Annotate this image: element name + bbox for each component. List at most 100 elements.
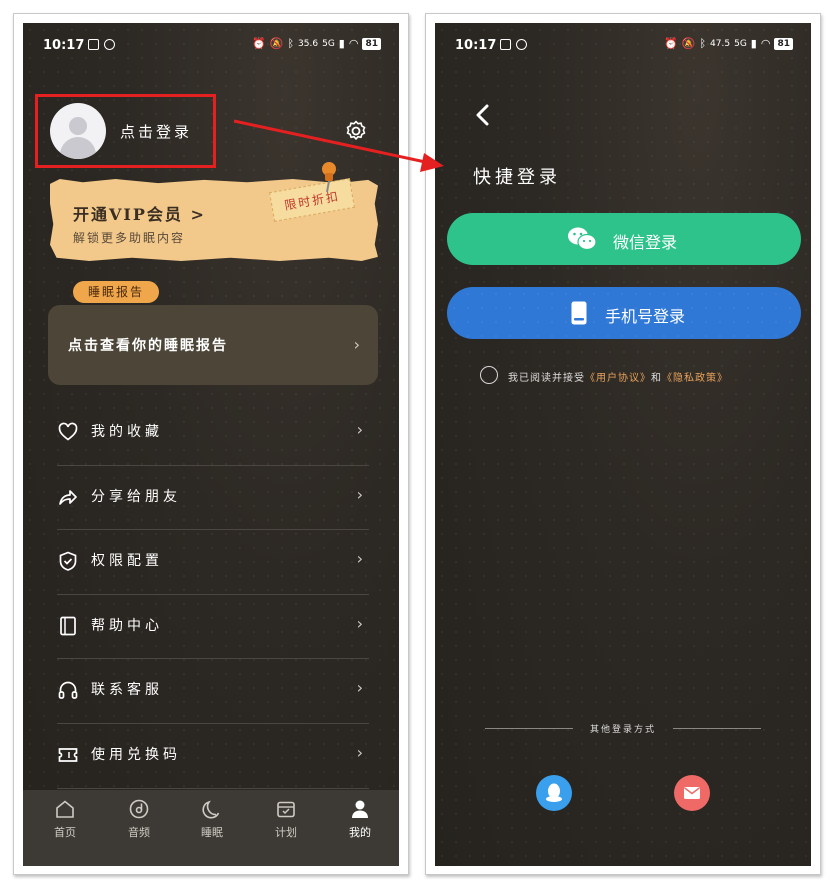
wifi-icon: ◠ bbox=[760, 37, 771, 50]
ticket-icon bbox=[58, 748, 78, 762]
sleep-report-text: 点击查看你的睡眠报告 bbox=[68, 338, 228, 354]
menu-item-label: 我的收藏 bbox=[91, 424, 163, 440]
email-login-button[interactable] bbox=[674, 775, 710, 811]
menu-item-redeem[interactable]: 使用兑换码 › bbox=[57, 724, 369, 789]
qq-login-button[interactable] bbox=[536, 775, 572, 811]
gear-icon[interactable] bbox=[344, 119, 368, 143]
agreement-prefix: 我已阅读并接受 bbox=[508, 373, 585, 384]
qq-icon bbox=[546, 783, 562, 802]
sync-icon bbox=[104, 39, 115, 50]
left-screenshot-frame: 10:17 ⏰ 🔕 ᛒ 35.6 5G ▮ ◠ 81 点击登录 开通VIP会员 … bbox=[13, 13, 409, 875]
wechat-login-label: 微信登录 bbox=[613, 233, 678, 252]
menu-item-label: 帮助中心 bbox=[91, 617, 163, 634]
profile-menu: 我的收藏 › 分享给朋友 › 权限配置 › 帮助中心 › 联系客服 › 使用兑换… bbox=[57, 401, 369, 789]
wifi-icon: ◠ bbox=[348, 37, 359, 50]
agreement-and: 和 bbox=[651, 373, 662, 384]
right-screenshot-frame: 10:17 ⏰ 🔕 ᛒ 47.5 5G ▮ ◠ 81 快捷登录 微信登录 手机号… bbox=[425, 13, 821, 875]
bluetooth-icon: ᛒ bbox=[287, 37, 295, 50]
tab-plan[interactable]: 计划 bbox=[256, 798, 316, 840]
sleep-report-card[interactable]: 点击查看你的睡眠报告 › bbox=[48, 305, 378, 385]
page-title: 快捷登录 bbox=[473, 167, 561, 188]
headphones-icon bbox=[58, 682, 78, 700]
alarm-icon: ⏰ bbox=[252, 37, 266, 50]
menu-item-share[interactable]: 分享给朋友 › bbox=[57, 466, 369, 531]
calendar-icon bbox=[277, 801, 295, 818]
mute-icon: 🔕 bbox=[681, 37, 696, 50]
back-arrow-icon[interactable] bbox=[473, 103, 493, 127]
chevron-right-icon: › bbox=[356, 484, 363, 504]
sync-icon bbox=[516, 39, 527, 50]
network-speed: 47.5 bbox=[710, 38, 731, 49]
signal-icon: ▮ bbox=[750, 37, 757, 50]
wechat-icon bbox=[568, 227, 597, 251]
profile-screen: 10:17 ⏰ 🔕 ᛒ 35.6 5G ▮ ◠ 81 点击登录 开通VIP会员 … bbox=[23, 23, 399, 866]
chevron-right-icon: › bbox=[356, 613, 363, 633]
menu-item-label: 分享给朋友 bbox=[91, 488, 181, 505]
tab-home[interactable]: 首页 bbox=[35, 798, 95, 840]
phone-login-button[interactable]: 手机号登录 bbox=[447, 287, 801, 339]
menu-item-support[interactable]: 联系客服 › bbox=[57, 659, 369, 724]
tab-label: 音频 bbox=[128, 826, 150, 839]
vip-subtitle: 解锁更多助眠内容 bbox=[73, 231, 186, 245]
chevron-right-icon: › bbox=[356, 678, 363, 698]
status-time: 10:17 bbox=[455, 38, 497, 53]
privacy-policy-link[interactable]: 《隐私政策》 bbox=[662, 373, 728, 384]
chevron-right-icon: › bbox=[356, 420, 363, 439]
signal-icon: ▮ bbox=[338, 37, 345, 50]
other-login-methods: 其他登录方式 bbox=[485, 722, 761, 735]
agreement-text: 我已阅读并接受《用户协议》和《隐私政策》 bbox=[508, 369, 728, 384]
tab-audio[interactable]: 音频 bbox=[109, 798, 169, 840]
phone-login-label: 手机号登录 bbox=[605, 307, 686, 326]
agreement-row: 我已阅读并接受《用户协议》和《隐私政策》 bbox=[480, 366, 780, 386]
tab-label: 首页 bbox=[54, 826, 76, 839]
battery-level: 81 bbox=[774, 37, 793, 50]
vip-title: 开通VIP会员 > bbox=[73, 205, 206, 224]
menu-item-label: 权限配置 bbox=[91, 553, 163, 570]
heart-icon bbox=[58, 422, 78, 441]
battery-level: 81 bbox=[362, 37, 381, 50]
status-icons: ⏰ 🔕 ᛒ 47.5 5G ▮ ◠ 81 bbox=[664, 37, 793, 50]
tab-label: 计划 bbox=[275, 826, 297, 839]
shield-icon bbox=[59, 551, 77, 572]
sleep-report-label: 睡眠报告 bbox=[73, 281, 159, 303]
book-icon bbox=[60, 616, 76, 636]
tab-label: 我的 bbox=[349, 826, 371, 839]
network-speed: 35.6 bbox=[298, 38, 319, 49]
bottom-tab-bar: 首页 音频 睡眠 计划 我的 bbox=[23, 790, 399, 866]
notification-icon bbox=[88, 39, 99, 50]
wechat-login-button[interactable]: 微信登录 bbox=[447, 213, 801, 265]
tab-sleep[interactable]: 睡眠 bbox=[182, 798, 242, 840]
status-time: 10:17 bbox=[43, 38, 85, 53]
tab-label: 睡眠 bbox=[201, 826, 223, 839]
status-bar: 10:17 ⏰ 🔕 ᛒ 35.6 5G ▮ ◠ 81 bbox=[23, 23, 399, 63]
menu-item-permissions[interactable]: 权限配置 › bbox=[57, 530, 369, 595]
chevron-right-icon: › bbox=[353, 335, 360, 354]
music-icon bbox=[129, 799, 149, 819]
agreement-checkbox[interactable] bbox=[480, 366, 498, 384]
chevron-right-icon: › bbox=[356, 549, 363, 569]
network-type: 5G bbox=[734, 38, 747, 49]
chevron-right-icon: › bbox=[356, 742, 363, 762]
highlight-box bbox=[35, 94, 216, 168]
alarm-icon: ⏰ bbox=[664, 37, 678, 50]
login-screen: 10:17 ⏰ 🔕 ᛒ 47.5 5G ▮ ◠ 81 快捷登录 微信登录 手机号… bbox=[435, 23, 811, 866]
menu-item-favorites[interactable]: 我的收藏 › bbox=[57, 401, 369, 466]
status-icons: ⏰ 🔕 ᛒ 35.6 5G ▮ ◠ 81 bbox=[252, 37, 381, 50]
menu-item-label: 使用兑换码 bbox=[91, 746, 181, 763]
menu-item-help[interactable]: 帮助中心 › bbox=[57, 595, 369, 660]
notification-icon bbox=[500, 39, 511, 50]
menu-item-label: 联系客服 bbox=[91, 682, 163, 699]
share-icon bbox=[59, 489, 77, 505]
home-icon bbox=[56, 800, 74, 818]
pushpin-icon bbox=[322, 162, 336, 193]
moon-icon bbox=[202, 800, 220, 819]
user-agreement-link[interactable]: 《用户协议》 bbox=[585, 373, 651, 384]
bluetooth-icon: ᛒ bbox=[699, 37, 707, 50]
mute-icon: 🔕 bbox=[269, 37, 284, 50]
tab-mine[interactable]: 我的 bbox=[330, 798, 390, 840]
phone-icon bbox=[571, 301, 587, 325]
mail-icon bbox=[684, 787, 700, 799]
network-type: 5G bbox=[322, 38, 335, 49]
user-icon bbox=[352, 800, 368, 818]
status-bar: 10:17 ⏰ 🔕 ᛒ 47.5 5G ▮ ◠ 81 bbox=[435, 23, 811, 63]
